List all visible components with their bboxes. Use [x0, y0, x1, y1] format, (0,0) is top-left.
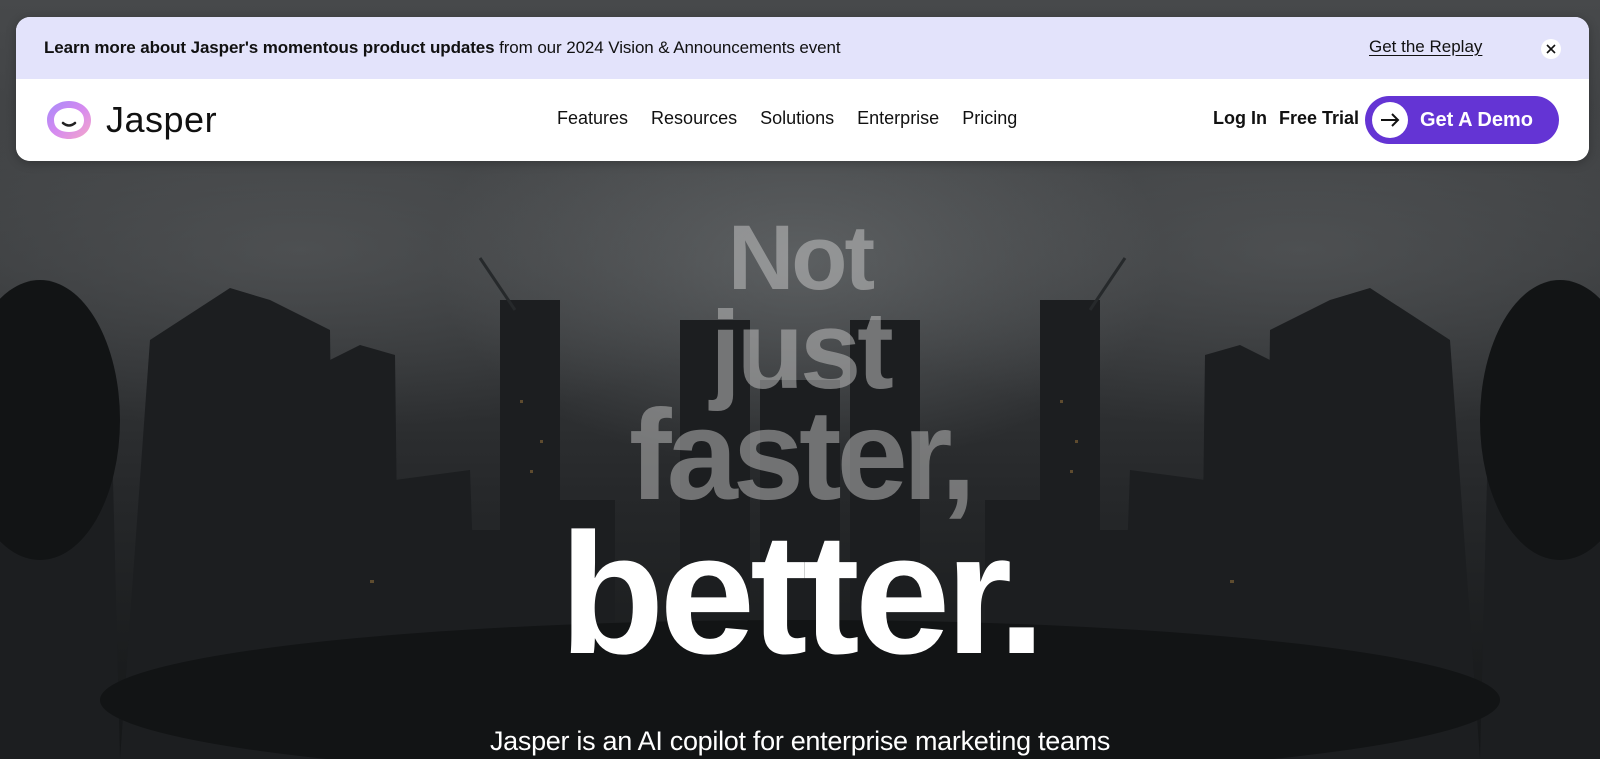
nav-link-enterprise[interactable]: Enterprise [857, 108, 939, 129]
announcement-bar: Learn more about Jasper's momentous prod… [16, 17, 1589, 79]
announcement-bold-text: Learn more about Jasper's momentous prod… [44, 38, 495, 57]
get-replay-link[interactable]: Get the Replay [1369, 37, 1482, 57]
close-icon [1546, 44, 1556, 54]
jasper-logo[interactable]: Jasper [44, 99, 217, 141]
nav-link-solutions[interactable]: Solutions [760, 108, 834, 129]
get-demo-button[interactable]: Get A Demo [1365, 96, 1559, 144]
main-navbar: Jasper Features Resources Solutions Ente… [16, 79, 1589, 161]
login-link[interactable]: Log In [1213, 108, 1267, 129]
announcement-text: Learn more about Jasper's momentous prod… [44, 38, 841, 58]
hero-subheading: Jasper is an AI copilot for enterprise m… [489, 726, 1111, 756]
nav-link-pricing[interactable]: Pricing [962, 108, 1017, 129]
jasper-logo-icon [47, 101, 91, 139]
close-announcement-button[interactable] [1541, 39, 1561, 59]
nav-link-resources[interactable]: Resources [651, 108, 737, 129]
free-trial-link[interactable]: Free Trial [1279, 108, 1359, 129]
arrow-right-icon [1372, 102, 1408, 138]
header-card: Learn more about Jasper's momentous prod… [16, 17, 1589, 161]
nav-links: Features Resources Solutions Enterprise … [557, 108, 1040, 129]
get-demo-label: Get A Demo [1420, 108, 1533, 131]
nav-link-features[interactable]: Features [557, 108, 628, 129]
logo-text: Jasper [106, 99, 218, 140]
headline-line-better: better. [559, 498, 1045, 690]
announcement-regular-text: from our 2024 Vision & Announcements eve… [494, 38, 841, 57]
